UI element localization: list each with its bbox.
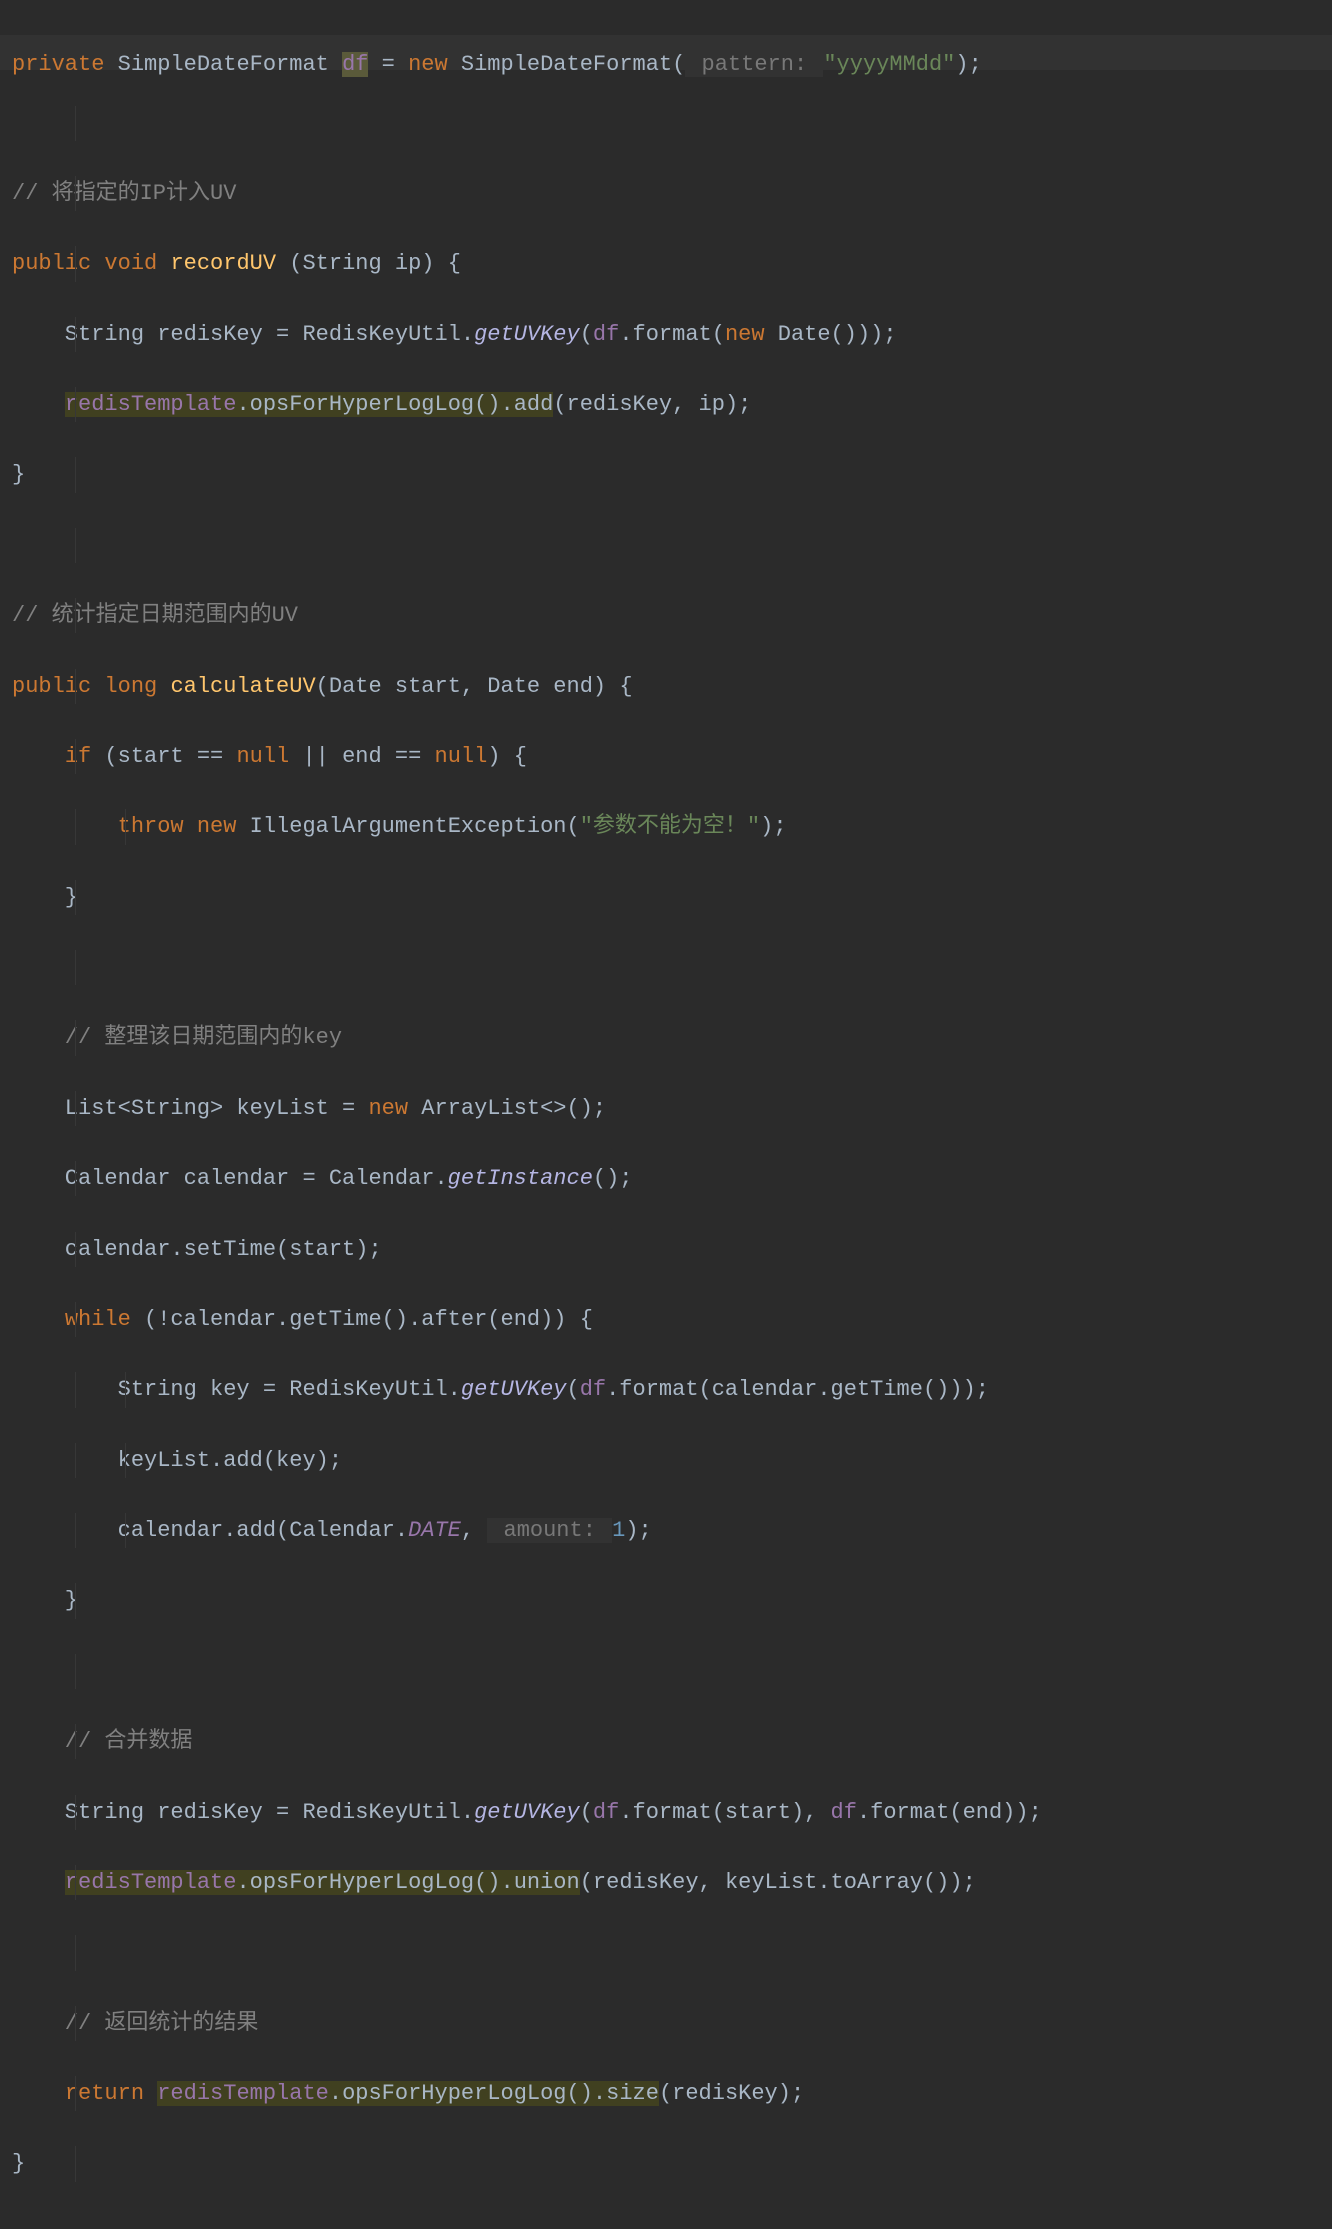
code-line — [12, 528, 1320, 563]
code-line: calendar.setTime(start); — [12, 1232, 1320, 1267]
code-line — [12, 106, 1320, 141]
code-line: public void recordUV (String ip) { — [12, 246, 1320, 281]
code-line: while (!calendar.getTime().after(end)) { — [12, 1302, 1320, 1337]
code-line: } — [12, 880, 1320, 915]
code-line: String redisKey = RedisKeyUtil.getUVKey(… — [12, 317, 1320, 352]
code-line: // 统计指定日期范围内的UV — [12, 598, 1320, 633]
code-line: // 返回统计的结果 — [12, 2006, 1320, 2041]
code-line: String redisKey = RedisKeyUtil.getUVKey(… — [12, 1795, 1320, 1830]
code-line: calendar.add(Calendar.DATE, amount: 1); — [12, 1513, 1320, 1548]
code-line: String key = RedisKeyUtil.getUVKey(df.fo… — [12, 1372, 1320, 1407]
code-line: if (start == null || end == null) { — [12, 739, 1320, 774]
code-line: redisTemplate.opsForHyperLogLog().add(re… — [12, 387, 1320, 422]
code-line: // 整理该日期范围内的key — [12, 1020, 1320, 1055]
code-line: } — [12, 2146, 1320, 2181]
code-line: } — [12, 457, 1320, 492]
code-line: public long calculateUV(Date start, Date… — [12, 669, 1320, 704]
code-line: List<String> keyList = new ArrayList<>()… — [12, 1091, 1320, 1126]
code-editor[interactable]: private SimpleDateFormat df = new Simple… — [0, 0, 1332, 2229]
code-line: return redisTemplate.opsForHyperLogLog()… — [12, 2076, 1320, 2111]
code-line: throw new IllegalArgumentException("参数不能… — [12, 809, 1320, 844]
code-line: private SimpleDateFormat df = new Simple… — [0, 35, 1332, 70]
code-line: } — [12, 1583, 1320, 1618]
code-line: // 将指定的IP计入UV — [12, 176, 1320, 211]
code-line — [12, 1935, 1320, 1970]
code-line: keyList.add(key); — [12, 1443, 1320, 1478]
code-line — [12, 950, 1320, 985]
code-line: Calendar calendar = Calendar.getInstance… — [12, 1161, 1320, 1196]
code-line — [12, 1654, 1320, 1689]
code-line: // 合并数据 — [12, 1724, 1320, 1759]
code-line: redisTemplate.opsForHyperLogLog().union(… — [12, 1865, 1320, 1900]
